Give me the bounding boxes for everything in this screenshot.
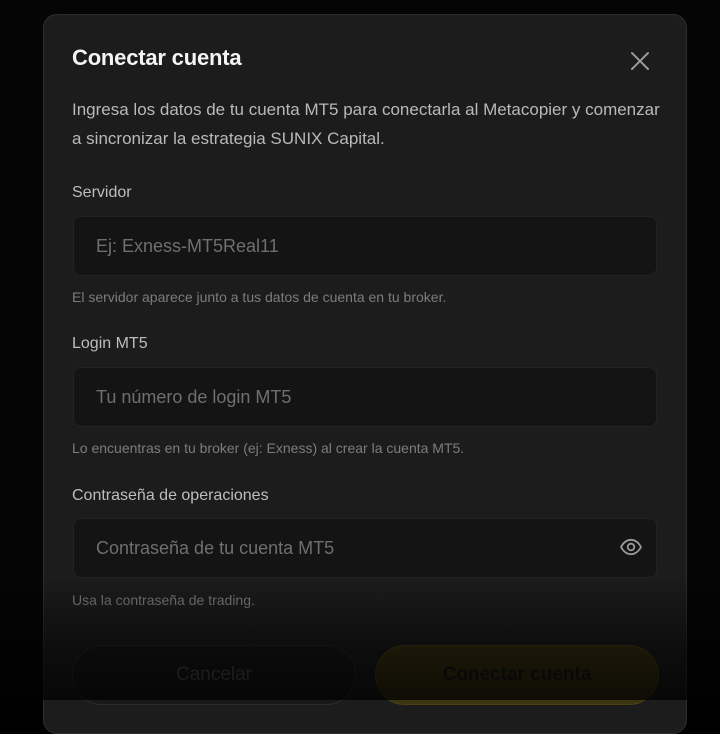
close-icon: [631, 52, 649, 70]
toggle-password-visibility-button[interactable]: [619, 535, 643, 559]
eye-icon: [620, 538, 642, 556]
server-label: Servidor: [72, 184, 132, 201]
password-label: Contraseña de operaciones: [72, 487, 269, 504]
password-help-text: Usa la contraseña de trading.: [72, 592, 255, 608]
dialog-title: Conectar cuenta: [72, 45, 242, 70]
dialog-description: Ingresa los datos de tu cuenta MT5 para …: [72, 100, 660, 148]
login-input[interactable]: [73, 367, 657, 427]
connect-account-dialog: Conectar cuenta Ingresa los datos de tu …: [43, 14, 687, 734]
login-label: Login MT5: [72, 335, 148, 352]
server-input[interactable]: [73, 216, 657, 276]
password-input[interactable]: [73, 518, 657, 578]
connect-account-button[interactable]: Conectar cuenta: [375, 645, 659, 705]
close-button[interactable]: [627, 48, 653, 74]
server-help-text: El servidor aparece junto a tus datos de…: [72, 289, 447, 305]
cancel-button[interactable]: Cancelar: [72, 645, 356, 705]
login-help-text: Lo encuentras en tu broker (ej: Exness) …: [72, 440, 465, 456]
